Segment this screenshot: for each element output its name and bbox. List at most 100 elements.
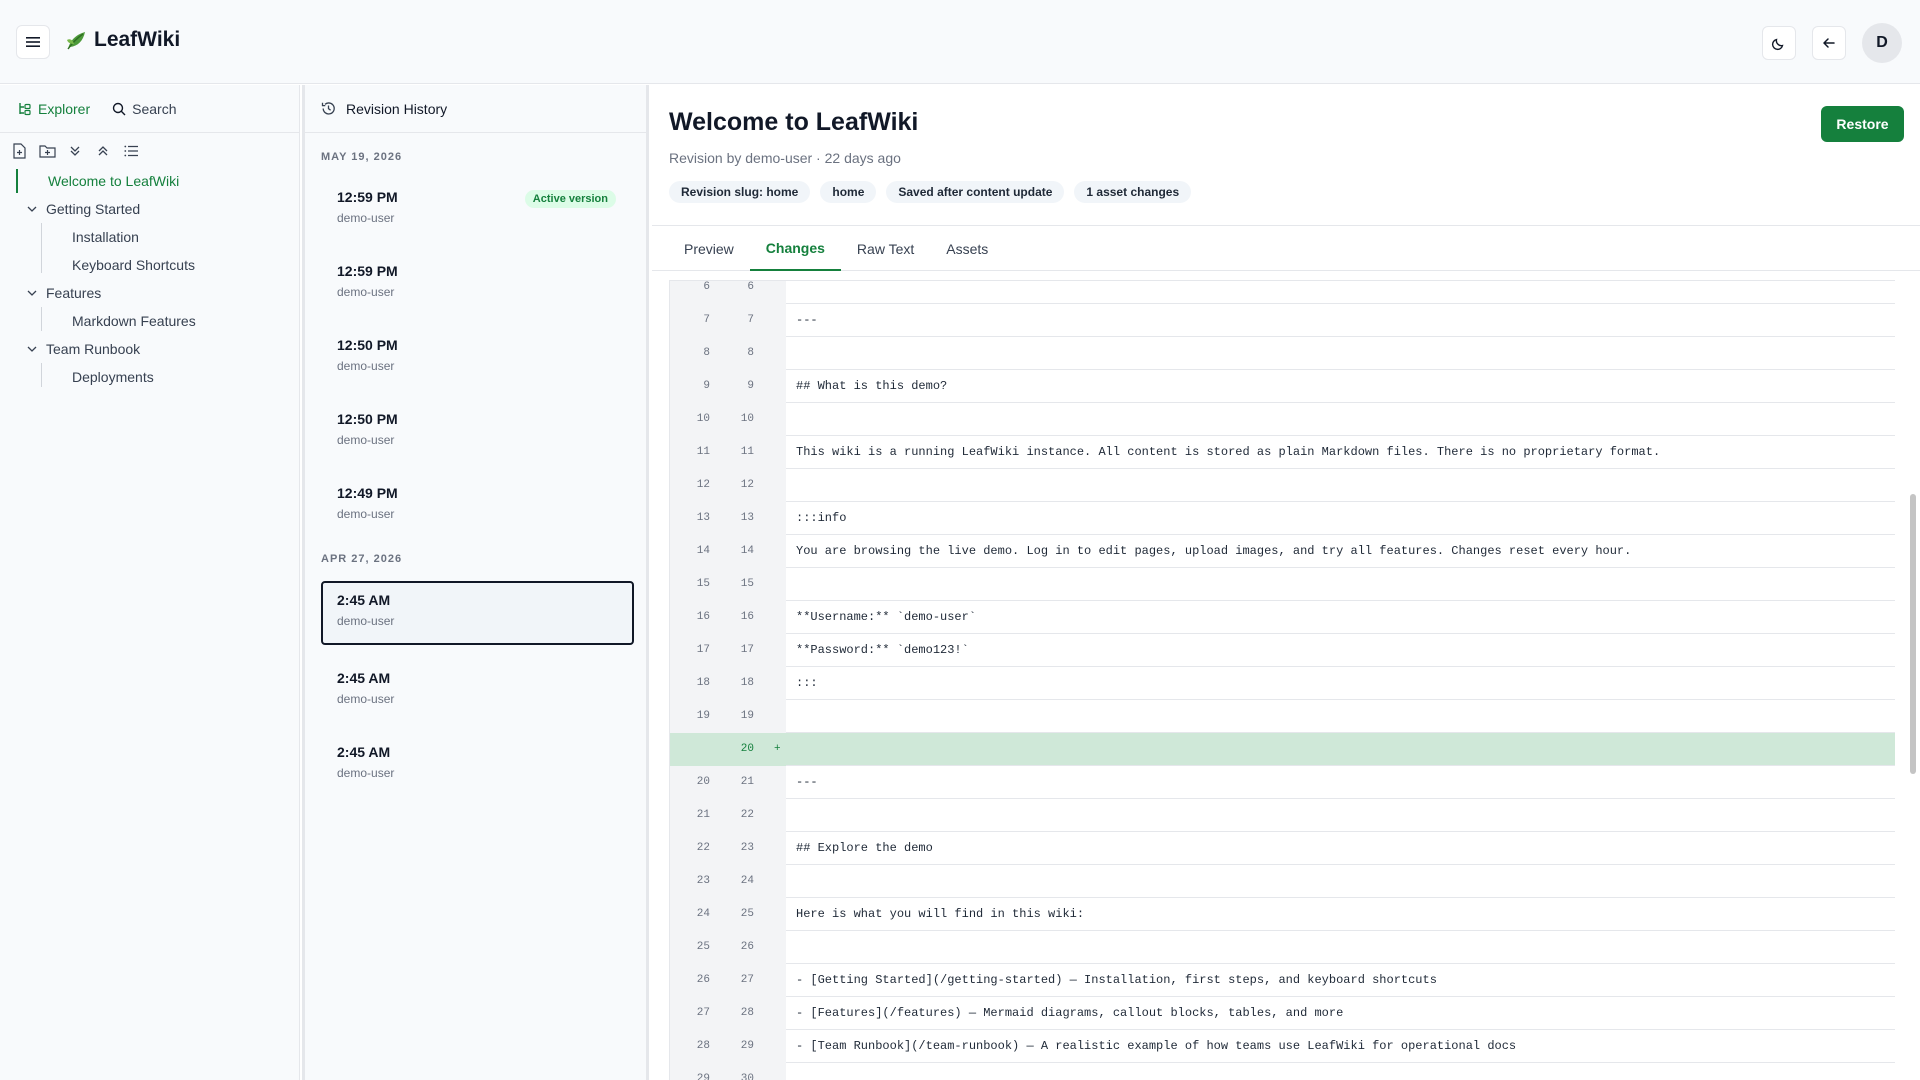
chevron-down-icon[interactable] <box>26 203 38 215</box>
tab-search[interactable]: Search <box>112 101 177 117</box>
diff-code-line: - [Getting Started](/getting-started) — … <box>796 973 1437 987</box>
old-line-number: 16 <box>696 611 710 623</box>
revision-item[interactable]: 12:59 PM demo-user <box>321 252 634 316</box>
diff-row: 88 <box>670 337 1895 370</box>
revision-user: demo-user <box>337 507 395 521</box>
tree-item-label: Team Runbook <box>46 341 141 357</box>
revision-item[interactable]: 12:50 PM demo-user <box>321 326 634 390</box>
sort-list-button[interactable] <box>122 142 140 160</box>
old-line-number <box>670 733 710 766</box>
collapse-all-button[interactable] <box>94 142 112 160</box>
revision-meta: Revision by demo-user · 22 days ago <box>669 150 901 166</box>
tab-raw-text[interactable]: Raw Text <box>841 226 930 271</box>
new-line-number: 17 <box>740 644 754 656</box>
revision-item[interactable]: 2:45 AM demo-user <box>321 659 634 723</box>
tab-assets[interactable]: Assets <box>930 226 1004 271</box>
tree-item-getting-started[interactable]: Getting Started <box>26 197 140 221</box>
chip-save-reason: Saved after content update <box>886 181 1065 203</box>
arrow-left-icon <box>1823 38 1835 48</box>
diff-row: 16 16 **Username:** `demo-user` <box>670 601 1895 634</box>
revision-item[interactable]: 12:49 PM demo-user <box>321 474 634 538</box>
page-title: Welcome to LeafWiki <box>669 108 919 136</box>
new-folder-button[interactable] <box>38 142 56 160</box>
revision-time: 2:45 AM <box>337 592 391 608</box>
diff-row: 12 12 <box>670 469 1895 502</box>
diff-row: 29 30 <box>670 1063 1895 1080</box>
new-line-number: 22 <box>740 809 754 821</box>
scrollbar-thumb[interactable] <box>1910 494 1916 774</box>
brand[interactable]: LeafWiki <box>64 28 180 52</box>
revision-item[interactable]: 12:50 PM demo-user <box>321 400 634 464</box>
revision-time: 12:50 PM <box>337 337 398 353</box>
diff-code-line: ## Explore the demo <box>796 841 933 855</box>
tree-item-installation[interactable]: Installation <box>72 225 139 249</box>
diff-view[interactable]: 6 6 7 7 --- 8 8 9 9 ## What is this demo? 10 10 11 11… <box>669 280 1895 1080</box>
old-line-number: 22 <box>696 842 710 854</box>
new-line-number: 12 <box>740 479 754 491</box>
tree-item-welcome[interactable]: Welcome to LeafWiki <box>48 169 179 193</box>
restore-button[interactable]: Restore <box>1821 106 1904 142</box>
revision-user: demo-user <box>337 211 395 225</box>
revision-date-label: APR 27, 2026 <box>321 553 403 565</box>
old-line-number: 28 <box>696 1040 710 1052</box>
diff-row: 10 10 <box>670 403 1895 436</box>
chip-revision-slug: Revision slug: home <box>669 181 811 203</box>
expand-all-button[interactable] <box>66 142 84 160</box>
chevron-down-icon[interactable] <box>26 343 38 355</box>
menu-button[interactable] <box>16 25 50 59</box>
revision-user: demo-user <box>337 433 395 447</box>
new-page-button[interactable] <box>10 142 28 160</box>
tree-guide-line <box>41 307 42 331</box>
revision-item-selected[interactable]: 2:45 AM demo-user <box>321 581 634 645</box>
diff-row: 22 23 ## Explore the demo <box>670 832 1895 865</box>
revision-tabs: Preview Changes Raw Text Assets <box>652 225 1920 271</box>
tree-item-features[interactable]: Features <box>26 281 101 305</box>
old-line-number: 9 <box>703 380 710 392</box>
tree-item-markdown-features[interactable]: Markdown Features <box>72 309 196 333</box>
tree-item-deployments[interactable]: Deployments <box>72 365 154 389</box>
tree-item-label: Keyboard Shortcuts <box>72 257 195 273</box>
tab-preview[interactable]: Preview <box>668 226 750 271</box>
diff-row: 18 18::: <box>670 667 1895 700</box>
revision-time: 2:45 AM <box>337 670 391 686</box>
diff-code-line: :::info <box>796 511 847 525</box>
new-line-number: 26 <box>740 941 754 953</box>
new-line-number: 8 <box>747 347 754 359</box>
diff-row: 21 22 <box>670 799 1895 832</box>
new-line-number: 23 <box>740 842 754 854</box>
diff-code-line: You are browsing the live demo. Log in t… <box>796 544 1632 558</box>
scrollbar[interactable] <box>1906 272 1920 1080</box>
tree-item-team-runbook[interactable]: Team Runbook <box>26 337 140 361</box>
revision-item[interactable]: 2:45 AM demo-user <box>321 733 634 797</box>
revision-user: demo-user <box>337 359 395 373</box>
diff-code-line: Here is what you will find in this wiki: <box>796 907 1085 921</box>
chevron-down-icon[interactable] <box>26 287 38 299</box>
tree-guide-line <box>41 363 42 387</box>
revision-history-header: Revision History <box>305 85 646 133</box>
new-line-number: 29 <box>740 1040 754 1052</box>
new-line-number: 28 <box>740 1007 754 1019</box>
diff-row: 7 7 --- <box>670 304 1895 337</box>
new-line-number: 7 <box>747 314 754 326</box>
new-line-number: 27 <box>740 974 754 986</box>
tab-explorer[interactable]: Explorer <box>18 101 90 117</box>
tree-item-label: Features <box>46 285 102 301</box>
old-line-number: 14 <box>696 545 710 557</box>
diff-row: 24 25 Here is what you will find in this w… <box>670 898 1895 931</box>
sidebar: Explorer Search Welcome to LeafWiki Gett… <box>0 85 300 1080</box>
revision-user: demo-user <box>337 614 395 628</box>
chip-asset-changes: 1 asset changes <box>1074 181 1192 203</box>
new-line-number: 25 <box>740 908 754 920</box>
revision-item[interactable]: 12:59 PM demo-user Active version <box>321 178 634 242</box>
old-line-number: 6 <box>703 281 710 293</box>
back-button[interactable] <box>1812 26 1846 60</box>
diff-code-line: ## What is this demo? <box>796 379 948 393</box>
tab-changes[interactable]: Changes <box>749 226 841 271</box>
theme-toggle-button[interactable] <box>1762 26 1796 60</box>
revision-date-label: MAY 19, 2026 <box>321 151 403 163</box>
new-line-number: 11 <box>740 446 754 458</box>
diff-code-line: --- <box>796 775 818 789</box>
tree-item-keyboard-shortcuts[interactable]: Keyboard Shortcuts <box>72 253 195 277</box>
avatar[interactable]: D <box>1862 23 1902 63</box>
folder-plus-icon <box>38 144 56 158</box>
